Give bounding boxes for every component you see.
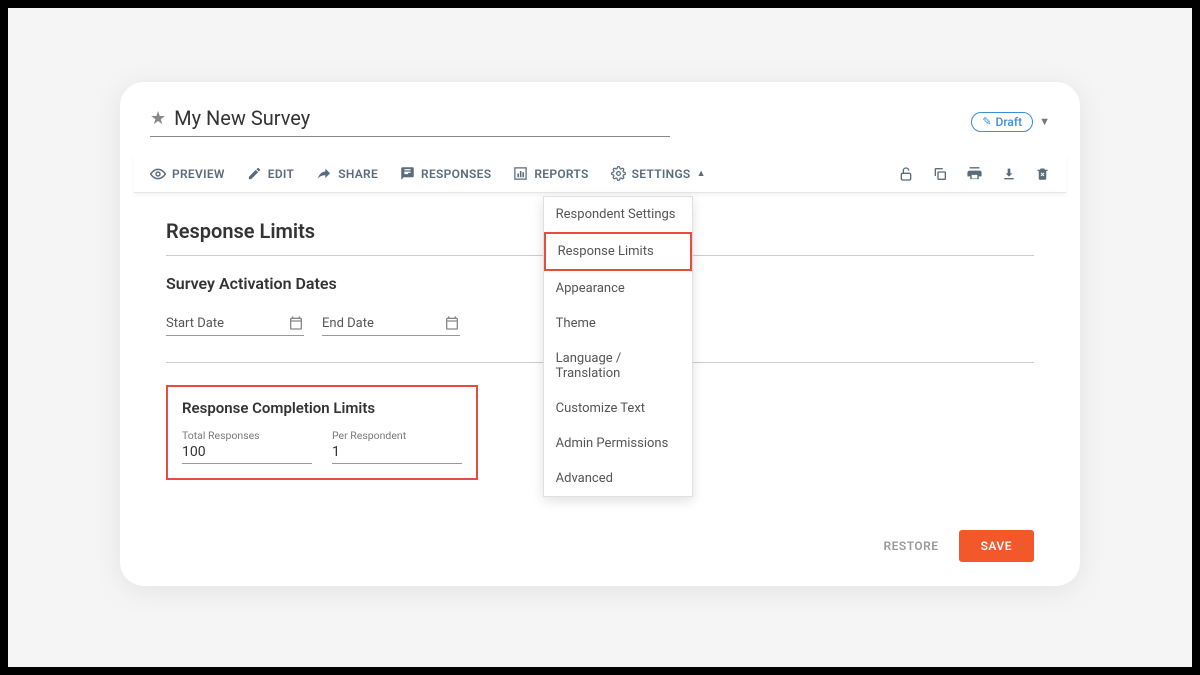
restore-button[interactable]: RESTORE: [883, 539, 938, 553]
settings-panel: ★ My New Survey ✎ Draft ▼ PREVIEW: [120, 82, 1080, 586]
copy-icon[interactable]: [932, 166, 948, 182]
footer-actions: RESTORE SAVE: [883, 530, 1034, 562]
chat-icon: [400, 166, 415, 181]
total-responses-value[interactable]: 100: [182, 444, 312, 464]
toolbar: PREVIEW EDIT SHARE RESPONSES: [134, 155, 1066, 193]
chevron-up-icon: ▲: [697, 168, 706, 179]
menu-language-translation[interactable]: Language / Translation: [544, 341, 692, 391]
share-icon: [316, 166, 332, 182]
responses-button[interactable]: RESPONSES: [400, 166, 491, 181]
end-date-field[interactable]: End Date: [322, 315, 460, 336]
survey-title-row[interactable]: ★ My New Survey: [150, 106, 670, 137]
menu-admin-permissions[interactable]: Admin Permissions: [544, 426, 692, 461]
menu-response-limits[interactable]: Response Limits: [544, 232, 692, 271]
bar-chart-icon: [513, 166, 528, 181]
completion-limits-title: Response Completion Limits: [182, 399, 462, 417]
per-respondent-field[interactable]: Per Respondent 1: [332, 429, 462, 464]
menu-respondent-settings[interactable]: Respondent Settings: [544, 197, 692, 232]
share-button[interactable]: SHARE: [316, 166, 378, 182]
menu-advanced[interactable]: Advanced: [544, 461, 692, 496]
start-date-label: Start Date: [166, 316, 224, 331]
status-group[interactable]: ✎ Draft ▼: [971, 112, 1050, 132]
delete-icon[interactable]: [1035, 166, 1050, 181]
menu-customize-text[interactable]: Customize Text: [544, 391, 692, 426]
menu-theme[interactable]: Theme: [544, 306, 692, 341]
preview-label: PREVIEW: [172, 167, 225, 181]
per-respondent-value[interactable]: 1: [332, 444, 462, 464]
toolbar-right: [898, 165, 1050, 182]
response-completion-limits-box: Response Completion Limits Total Respons…: [166, 385, 478, 480]
survey-title[interactable]: My New Survey: [174, 106, 310, 130]
total-responses-field[interactable]: Total Responses 100: [182, 429, 312, 464]
end-date-label: End Date: [322, 316, 374, 331]
gear-icon: [611, 166, 626, 181]
toolbar-left: PREVIEW EDIT SHARE RESPONSES: [150, 166, 706, 182]
eye-icon: [150, 166, 166, 182]
reports-button[interactable]: REPORTS: [513, 166, 588, 181]
total-responses-label: Total Responses: [182, 429, 312, 442]
reports-label: REPORTS: [534, 167, 588, 181]
edit-button[interactable]: EDIT: [247, 166, 294, 181]
star-icon[interactable]: ★: [150, 108, 166, 129]
save-button[interactable]: SAVE: [959, 530, 1034, 562]
per-respondent-label: Per Respondent: [332, 429, 462, 442]
header: ★ My New Survey ✎ Draft ▼: [120, 82, 1080, 137]
settings-label: SETTINGS: [632, 167, 691, 181]
chevron-down-icon[interactable]: ▼: [1039, 115, 1050, 128]
settings-button[interactable]: SETTINGS ▲ Respondent Settings Response …: [611, 166, 706, 181]
share-label: SHARE: [338, 167, 378, 181]
lock-icon[interactable]: [898, 166, 914, 182]
pencil-icon: ✎: [982, 115, 991, 128]
start-date-field[interactable]: Start Date: [166, 315, 304, 336]
print-icon[interactable]: [966, 165, 983, 182]
calendar-icon[interactable]: [288, 315, 304, 331]
responses-label: RESPONSES: [421, 167, 491, 181]
status-label: Draft: [996, 115, 1023, 129]
calendar-icon[interactable]: [444, 315, 460, 331]
preview-button[interactable]: PREVIEW: [150, 166, 225, 182]
settings-dropdown: Respondent Settings Response Limits Appe…: [543, 196, 693, 497]
edit-label: EDIT: [268, 167, 294, 181]
status-pill[interactable]: ✎ Draft: [971, 112, 1033, 132]
download-icon[interactable]: [1001, 166, 1017, 182]
menu-appearance[interactable]: Appearance: [544, 271, 692, 306]
pencil-icon: [247, 166, 262, 181]
